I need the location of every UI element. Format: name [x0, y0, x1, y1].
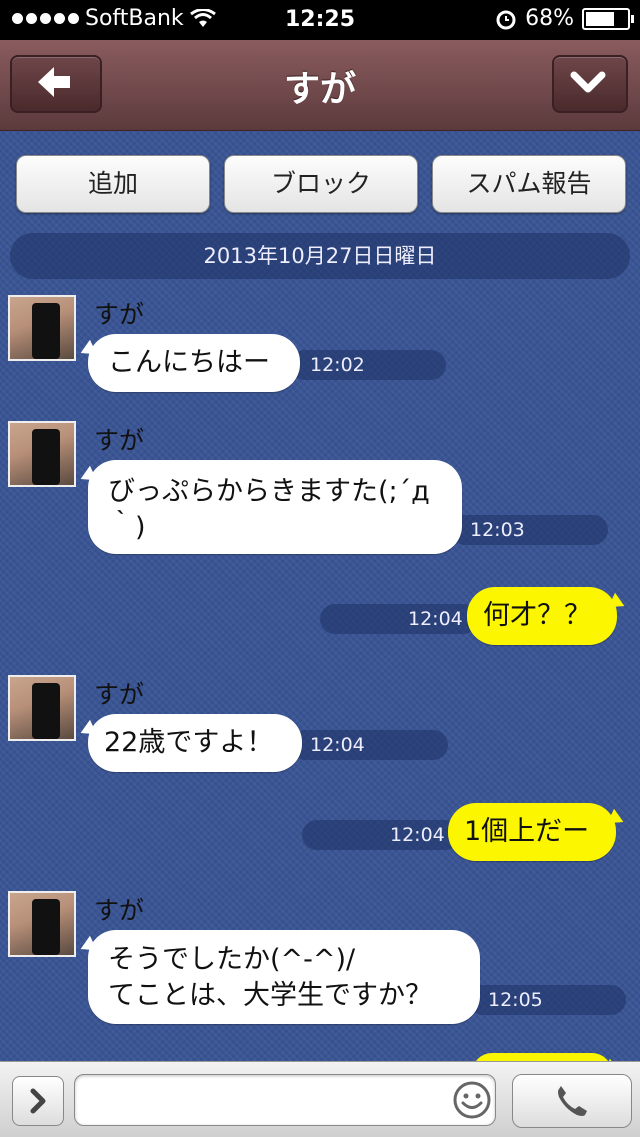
message-bubble-incoming[interactable]: こんにちはー: [88, 334, 300, 392]
add-friend-button[interactable]: 追加: [16, 155, 210, 213]
message-time: 12:02: [290, 350, 446, 380]
expand-button[interactable]: [12, 1076, 64, 1126]
message-bubble-incoming[interactable]: びっぷらからきますた(;´д ｀): [88, 460, 462, 554]
avatar[interactable]: [8, 891, 76, 957]
phone-icon: [558, 1086, 587, 1116]
sender-name: すが: [94, 426, 145, 455]
message-time: 12:05: [468, 985, 626, 1015]
message-bubble-incoming[interactable]: 22歳ですよ！: [88, 714, 302, 772]
chat-area[interactable]: 追加 ブロック スパム報告 2013年10月27日日曜日 すが 12:02 こん…: [0, 131, 640, 1061]
message-time: 12:04: [302, 820, 460, 850]
battery-icon: [582, 7, 634, 30]
message-line: そうでしたか(^-^)/: [108, 944, 356, 975]
sender-name: すが: [94, 896, 145, 925]
battery-percent: 68%: [525, 6, 574, 31]
page-title: すが: [283, 69, 356, 110]
sender-name: すが: [94, 300, 145, 329]
status-bar: SoftBank 12:25 68%: [0, 0, 640, 40]
call-button[interactable]: [512, 1074, 632, 1128]
report-spam-button[interactable]: スパム報告: [432, 155, 626, 213]
message-bubble-outgoing[interactable]: 1個上だー: [448, 803, 616, 861]
emoji-icon[interactable]: [452, 1080, 492, 1120]
message-line: びっぷらからきますた(;´д: [108, 476, 430, 507]
chevron-right-icon: [30, 1088, 46, 1114]
message-bubble-outgoing[interactable]: 何才？？: [467, 587, 617, 645]
sender-name: すが: [94, 680, 145, 709]
chevron-down-icon: [570, 71, 606, 93]
message-bubble-incoming[interactable]: そうでしたか(^-^)/ てことは、大学生ですか？: [88, 930, 480, 1024]
message-line: てことは、大学生ですか？: [108, 980, 432, 1011]
message-line: ｀): [108, 512, 146, 543]
alarm-icon: [496, 10, 516, 29]
message-bubble-outgoing[interactable]: [472, 1053, 612, 1061]
avatar[interactable]: [8, 295, 76, 361]
message-time: 12:04: [320, 604, 478, 634]
menu-button[interactable]: [552, 55, 628, 113]
block-button[interactable]: ブロック: [224, 155, 418, 213]
avatar[interactable]: [8, 421, 76, 487]
message-input-bar: [0, 1061, 640, 1137]
message-time: 12:04: [290, 730, 448, 760]
nav-bar: すが: [0, 40, 640, 131]
message-time: 12:03: [450, 515, 608, 545]
avatar[interactable]: [8, 675, 76, 741]
message-input[interactable]: [74, 1074, 496, 1126]
date-separator: 2013年10月27日日曜日: [10, 233, 630, 279]
